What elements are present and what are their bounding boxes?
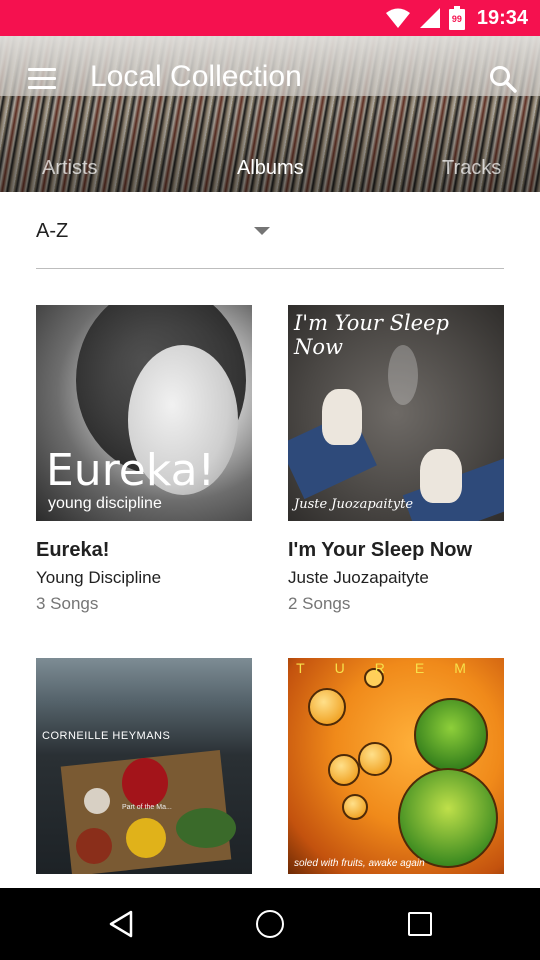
tab-tracks[interactable]: Tracks	[442, 157, 501, 180]
album-title: Eureka!	[36, 539, 110, 561]
album-title: I'm Your Sleep Now	[288, 539, 473, 561]
wifi-icon	[385, 8, 410, 28]
tab-artists[interactable]: Artists	[42, 157, 98, 180]
page-title: Local Collection	[90, 60, 302, 93]
dropdown-arrow-icon	[254, 227, 270, 235]
tab-albums[interactable]: Albums	[237, 157, 304, 180]
album-cover: CORNEILLE HEYMANS Part of the Ma...	[36, 658, 252, 874]
system-nav-bar	[0, 888, 540, 960]
cover-subtext: Part of the Ma...	[122, 804, 172, 811]
sort-value: A-Z	[36, 220, 69, 242]
album-card[interactable]: TUREM soled with fruits, awake again	[288, 658, 504, 874]
cover-text: CORNEILLE HEYMANS	[42, 730, 171, 742]
album-card[interactable]: Eureka! young discipline Eureka! Young D…	[36, 305, 252, 614]
album-song-count: 3 Songs	[36, 594, 99, 613]
album-cover: I'm Your Sleep Now Juste Juozapaityte	[288, 305, 504, 521]
menu-button[interactable]	[28, 68, 58, 90]
status-bar: 99 19:34	[0, 0, 540, 36]
menu-icon	[28, 86, 56, 89]
home-icon[interactable]	[256, 910, 284, 938]
menu-icon	[28, 77, 56, 80]
album-artist: Juste Juozapaityte	[288, 568, 429, 587]
recent-apps-icon[interactable]	[408, 912, 432, 936]
cover-text: I'm Your Sleep Now	[294, 311, 449, 359]
album-card[interactable]: CORNEILLE HEYMANS Part of the Ma...	[36, 658, 252, 874]
cover-text: TUREM	[296, 660, 496, 676]
search-icon	[490, 66, 517, 93]
cover-text: Eureka!	[46, 445, 216, 496]
album-artist: Young Discipline	[36, 568, 162, 587]
battery-level: 99	[451, 14, 462, 24]
cover-subtext: Juste Juozapaityte	[294, 497, 414, 512]
status-time: 19:34	[476, 6, 528, 29]
menu-icon	[28, 68, 56, 71]
cover-subtext: soled with fruits, awake again	[294, 858, 425, 869]
status-icons: 99 19:34	[385, 0, 528, 36]
search-button[interactable]	[488, 64, 518, 94]
header: Local Collection Artists Albums Tracks	[0, 36, 540, 192]
back-icon[interactable]	[108, 910, 134, 938]
album-song-count: 2 Songs	[288, 594, 351, 613]
album-cover: TUREM soled with fruits, awake again	[288, 658, 504, 874]
sort-dropdown[interactable]: A-Z	[36, 210, 504, 269]
album-cover: Eureka! young discipline	[36, 305, 252, 521]
album-card[interactable]: I'm Your Sleep Now Juste Juozapaityte I'…	[288, 305, 504, 614]
cover-subtext: young discipline	[48, 495, 162, 512]
cellular-signal-icon	[419, 8, 440, 28]
tab-bar: Artists Albums Tracks	[0, 154, 540, 192]
battery-icon: 99	[448, 6, 465, 30]
